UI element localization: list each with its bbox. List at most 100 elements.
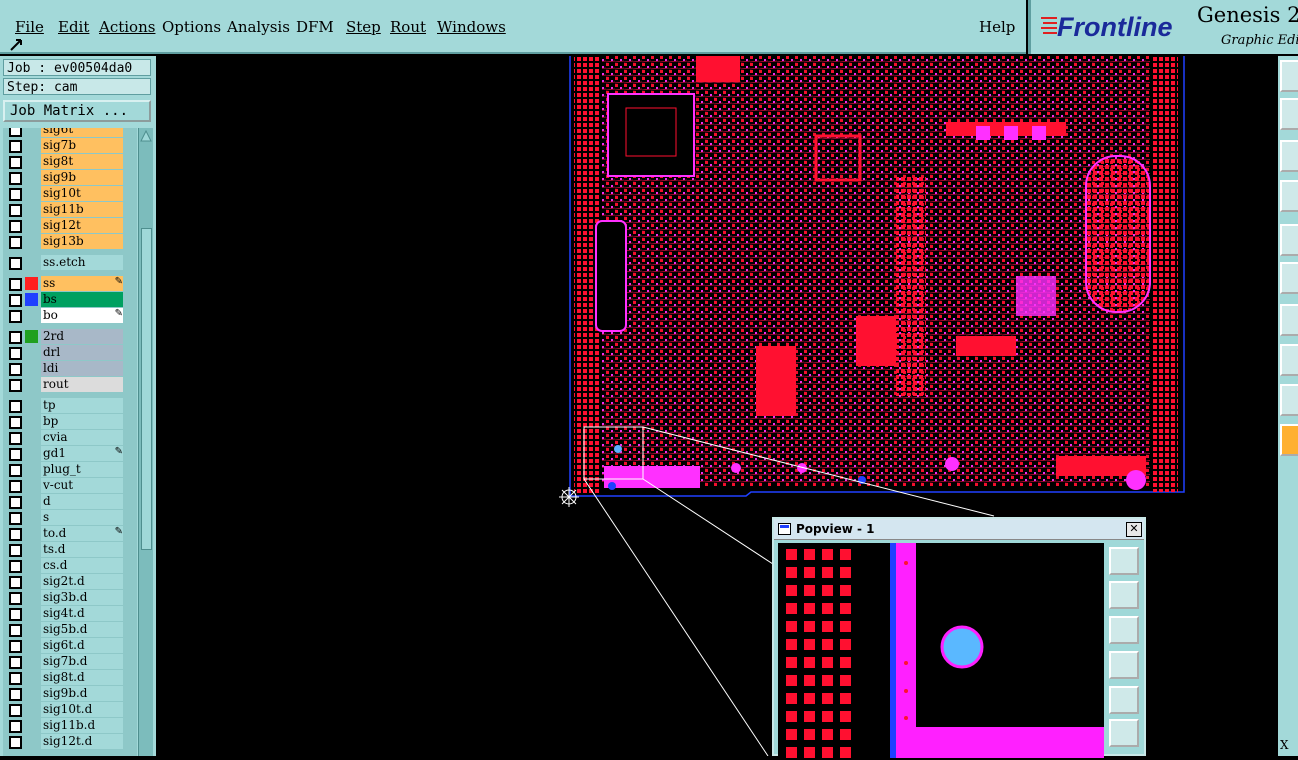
layer-checkbox[interactable]	[9, 294, 22, 307]
layer-name[interactable]: sig8t	[41, 154, 123, 169]
layer-row-sig9b.d[interactable]: sig9b.d	[3, 686, 137, 702]
layer-row-sig7b.d[interactable]: sig7b.d	[3, 654, 137, 670]
layer-list[interactable]: sig6t sig7b sig8t sig9b sig10t sig11b sig12t si…	[3, 128, 137, 756]
layer-name[interactable]: sig11b.d	[41, 718, 123, 733]
layer-row-sig3b.d[interactable]: sig3b.d	[3, 590, 137, 606]
layer-checkbox[interactable]	[9, 236, 22, 249]
tool-9-icon[interactable]	[1280, 384, 1298, 416]
layer-row-cs.d[interactable]: cs.d	[3, 558, 137, 574]
layer-row-plug_t[interactable]: plug_t	[3, 462, 137, 478]
layer-row-sig10t.d[interactable]: sig10t.d	[3, 702, 137, 718]
layer-checkbox[interactable]	[9, 640, 22, 653]
layer-checkbox[interactable]	[9, 736, 22, 749]
pointer-arrow-icon[interactable]	[9, 36, 25, 52]
layer-checkbox[interactable]	[9, 278, 22, 291]
layer-name[interactable]: sig7b	[41, 138, 123, 153]
layer-checkbox[interactable]	[9, 512, 22, 525]
menu-edit[interactable]: Edit	[58, 18, 89, 36]
layer-row-ts.d[interactable]: ts.d	[3, 542, 137, 558]
layer-row-sig8t.d[interactable]: sig8t.d	[3, 670, 137, 686]
scroll-thumb[interactable]	[141, 228, 152, 550]
layer-name[interactable]: bp	[41, 414, 123, 429]
layer-row-sig8t[interactable]: sig8t	[3, 154, 137, 170]
layer-checkbox[interactable]	[9, 188, 22, 201]
scroll-up-arrow-icon[interactable]	[140, 130, 152, 142]
layer-checkbox[interactable]	[9, 257, 22, 270]
layer-name[interactable]: sig10t	[41, 186, 123, 201]
layer-checkbox[interactable]	[9, 720, 22, 733]
layer-name[interactable]: tp	[41, 398, 123, 413]
layer-row-drl[interactable]: drl	[3, 345, 137, 361]
tool-4-icon[interactable]	[1280, 180, 1298, 212]
layer-name[interactable]: plug_t	[41, 462, 123, 477]
layer-checkbox[interactable]	[9, 416, 22, 429]
layer-name[interactable]: sig6t	[41, 128, 123, 137]
layer-color-swatch[interactable]	[25, 293, 38, 306]
layer-name[interactable]: sig2t.d	[41, 574, 123, 589]
layer-checkbox[interactable]	[9, 128, 22, 137]
menu-file[interactable]: File	[15, 18, 44, 36]
layer-checkbox[interactable]	[9, 220, 22, 233]
layer-name[interactable]: ts.d	[41, 542, 123, 557]
layer-row-s[interactable]: s	[3, 510, 137, 526]
layer-row-bp[interactable]: bp	[3, 414, 137, 430]
layer-row-sig11b[interactable]: sig11b	[3, 202, 137, 218]
layer-row-2rd[interactable]: 2rd	[3, 329, 137, 345]
layer-name[interactable]: ldi	[41, 361, 123, 376]
layer-checkbox[interactable]	[9, 656, 22, 669]
layer-row-d[interactable]: d	[3, 494, 137, 510]
job-matrix-button[interactable]: Job Matrix ...	[3, 100, 151, 122]
menu-analysis[interactable]: Analysis	[227, 18, 290, 36]
menu-help[interactable]: Help	[979, 18, 1015, 36]
layer-name[interactable]: sig4t.d	[41, 606, 123, 621]
layer-row-sig12t.d[interactable]: sig12t.d	[3, 734, 137, 750]
layer-name[interactable]: rout	[41, 377, 123, 392]
layer-checkbox[interactable]	[9, 379, 22, 392]
layer-row-sig13b[interactable]: sig13b	[3, 234, 137, 250]
tool-3-icon[interactable]	[1280, 140, 1298, 172]
tool-1-icon[interactable]	[1280, 60, 1298, 92]
layer-name[interactable]: d	[41, 494, 123, 509]
layer-name[interactable]: 2rd	[41, 329, 123, 344]
layer-name[interactable]: s	[41, 510, 123, 525]
layer-name[interactable]: ss.etch	[41, 255, 123, 270]
layer-name[interactable]: bo	[41, 308, 123, 323]
popview-titlebar[interactable]: Popview - 1 ✕	[774, 519, 1144, 540]
close-button[interactable]: ✕	[1126, 522, 1142, 537]
layer-row-sig2t.d[interactable]: sig2t.d	[3, 574, 137, 590]
layer-row-rout[interactable]: rout	[3, 377, 137, 393]
layer-name[interactable]: cs.d	[41, 558, 123, 573]
layer-row-bs[interactable]: bs	[3, 292, 137, 308]
layer-checkbox[interactable]	[9, 347, 22, 360]
layer-checkbox[interactable]	[9, 464, 22, 477]
layer-row-to.d[interactable]: to.d ✎	[3, 526, 137, 542]
layer-checkbox[interactable]	[9, 560, 22, 573]
layer-row-sig6t.d[interactable]: sig6t.d	[3, 638, 137, 654]
layer-checkbox[interactable]	[9, 528, 22, 541]
layer-checkbox[interactable]	[9, 592, 22, 605]
tool-7-icon[interactable]	[1280, 304, 1298, 336]
layer-name[interactable]: gd1	[41, 446, 123, 461]
layer-name[interactable]: sig11b	[41, 202, 123, 217]
layer-row-ldi[interactable]: ldi	[3, 361, 137, 377]
pan-right-icon[interactable]	[1109, 686, 1139, 714]
layer-checkbox[interactable]	[9, 496, 22, 509]
layer-checkbox[interactable]	[9, 204, 22, 217]
layer-name[interactable]: to.d	[41, 526, 123, 541]
layer-row-tp[interactable]: tp	[3, 398, 137, 414]
popview-viewport[interactable]	[778, 543, 1104, 758]
layer-name[interactable]: bs	[41, 292, 123, 307]
menu-dfm[interactable]: DFM	[296, 18, 334, 36]
layer-row-cvia[interactable]: cvia	[3, 430, 137, 446]
menu-actions[interactable]: Actions	[99, 18, 155, 36]
layer-color-swatch[interactable]	[25, 277, 38, 290]
layer-checkbox[interactable]	[9, 363, 22, 376]
layer-row-ss.etch[interactable]: ss.etch	[3, 255, 137, 271]
layer-row-sig12t[interactable]: sig12t	[3, 218, 137, 234]
layer-color-swatch[interactable]	[25, 330, 38, 343]
layer-checkbox[interactable]	[9, 576, 22, 589]
layer-name[interactable]: sig13b	[41, 234, 123, 249]
layer-row-bo[interactable]: bo ✎	[3, 308, 137, 324]
layer-name[interactable]: sig6t.d	[41, 638, 123, 653]
layer-name[interactable]: cvia	[41, 430, 123, 445]
